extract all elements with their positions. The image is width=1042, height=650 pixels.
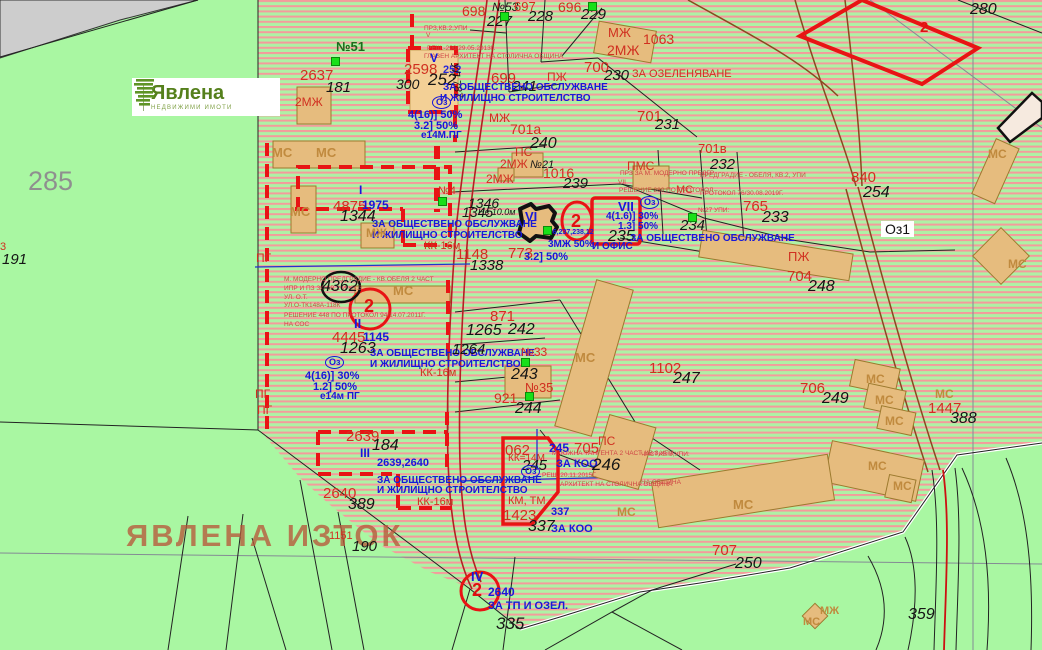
- black-outline-building: [519, 204, 557, 241]
- brand-tagline: НЕДВИЖИМИ ИМОТИ: [151, 105, 233, 111]
- brand-logo: Явлена НЕДВИЖИМИ ИМОТИ: [132, 78, 280, 116]
- brand-name: Явлена: [151, 83, 233, 103]
- yavlena-logo-icon: [132, 78, 158, 106]
- district-watermark: ЯВЛЕНА ИЗТОК: [126, 520, 403, 551]
- map-canvas[interactable]: 2853191№5126371812МЖ698№5369722722869622…: [0, 0, 1042, 650]
